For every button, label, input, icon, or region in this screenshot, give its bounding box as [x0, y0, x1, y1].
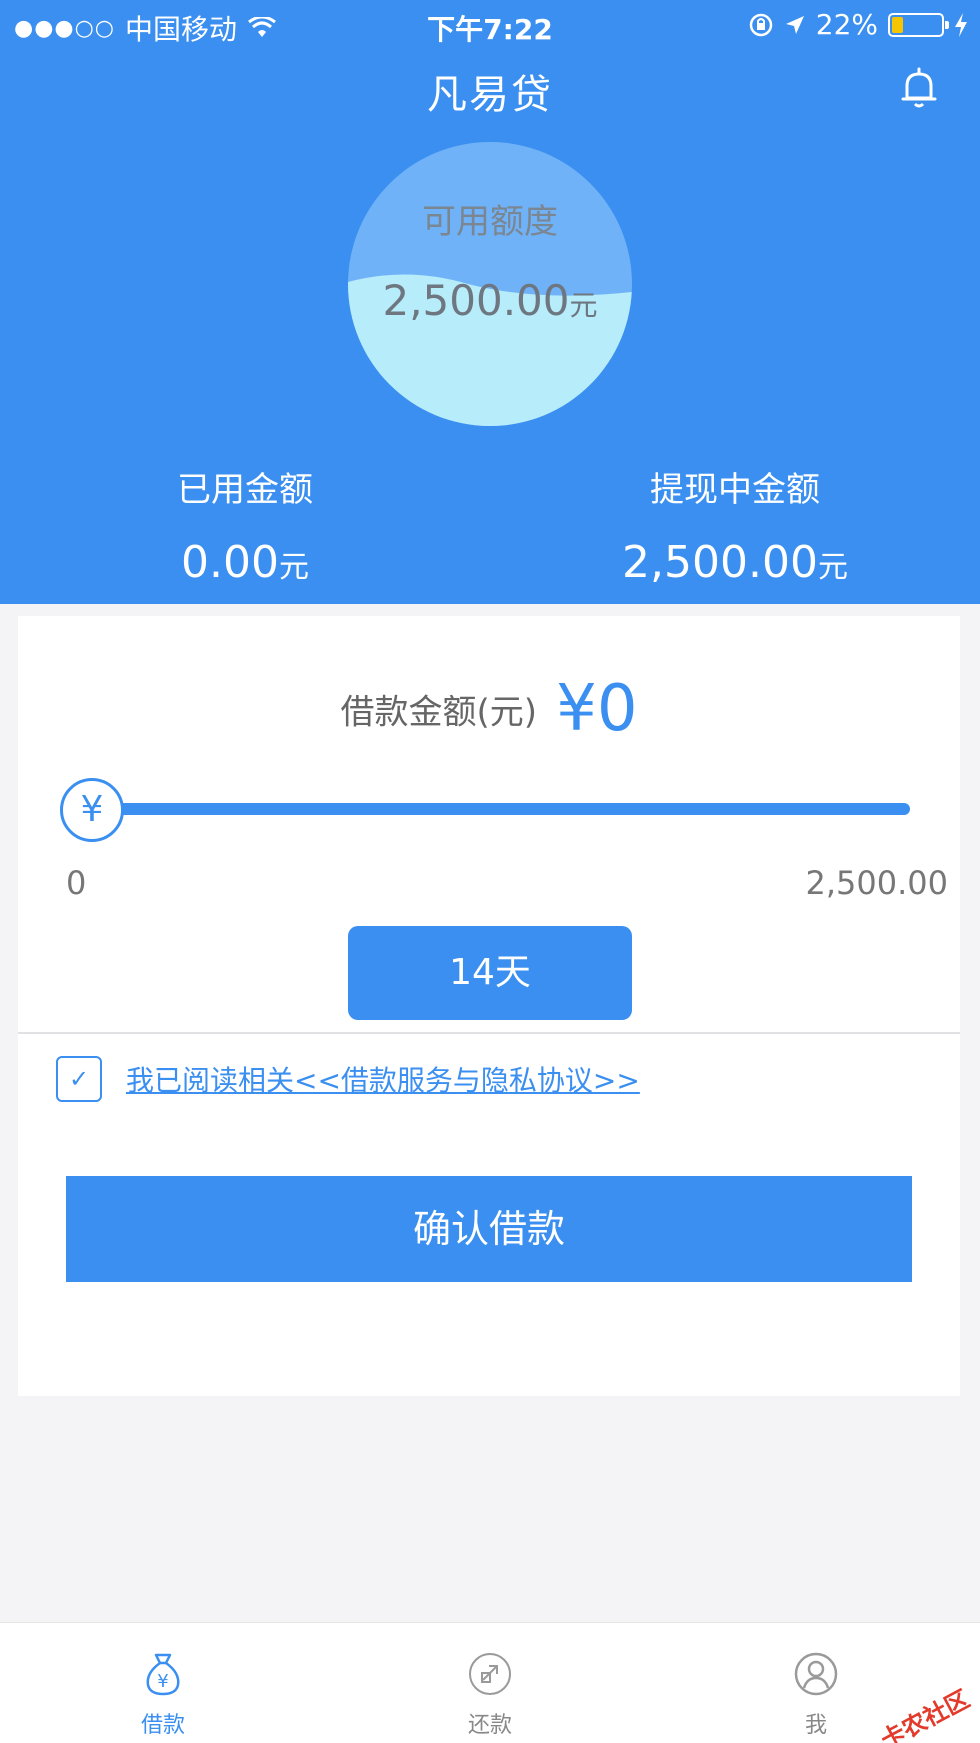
loan-amount-value: ¥0	[556, 672, 638, 746]
money-bag-icon: ¥	[146, 1653, 180, 1696]
gauge-value: 2,500.00	[382, 276, 570, 325]
page: ●●●○○ 中国移动 下午7:22 22% 凡易贷 可用额度 2,500.00元…	[0, 0, 980, 1743]
loan-amount-slider-track[interactable]	[78, 803, 910, 815]
location-icon	[785, 15, 804, 34]
agreement-row: ✓ 我已阅读相关<<借款服务与隐私协议>>	[56, 1056, 640, 1102]
svg-text:¥: ¥	[157, 1671, 168, 1692]
used-amount-value: 0.00	[181, 537, 279, 588]
gauge-unit: 元	[569, 289, 598, 322]
gauge-label: 可用额度	[422, 202, 558, 242]
confirm-loan-button[interactable]: 确认借款	[66, 1176, 912, 1282]
app-title: 凡易贷	[427, 72, 553, 118]
tab-bar: ¥ 借款 还款 我	[0, 1622, 980, 1743]
loan-card: 借款金额(元) ¥0 ¥ 0 2,500.00 14天 ✓ 我已阅读相关<<借款…	[18, 616, 960, 1396]
rotation-lock-icon	[749, 13, 773, 36]
withdrawing-amount-label: 提现中金额	[650, 470, 820, 510]
used-amount: 已用金额 0.00元	[0, 462, 490, 588]
agreement-link[interactable]: 我已阅读相关<<借款服务与隐私协议>>	[126, 1059, 640, 1099]
used-amount-label: 已用金额	[177, 470, 313, 510]
bell-icon[interactable]	[898, 66, 940, 110]
agreement-checkbox[interactable]: ✓	[56, 1056, 102, 1102]
loan-term-button[interactable]: 14天	[348, 926, 632, 1020]
loan-amount-row: 借款金额(元) ¥0	[18, 672, 960, 746]
withdrawing-amount-unit: 元	[817, 550, 848, 585]
tab-loan[interactable]: ¥ 借款	[93, 1651, 233, 1739]
loan-amount-label: 借款金额(元)	[340, 692, 537, 733]
battery-icon	[888, 12, 949, 37]
tab-me-label: 我	[804, 1713, 827, 1738]
slider-max-label: 2,500.00	[805, 864, 949, 902]
status-bar: ●●●○○ 中国移动 下午7:22 22%	[0, 0, 980, 50]
available-credit-gauge: 可用额度 2,500.00元	[348, 142, 632, 426]
slider-min-label: 0	[66, 864, 87, 902]
tab-repay[interactable]: 还款	[420, 1651, 560, 1739]
repay-icon	[469, 1653, 511, 1695]
tab-me[interactable]: 我	[746, 1651, 886, 1739]
tab-loan-label: 借款	[140, 1713, 185, 1738]
battery-percent: 22%	[815, 8, 878, 41]
charging-icon	[955, 12, 967, 37]
loan-amount-slider-thumb[interactable]: ¥	[60, 778, 124, 842]
divider	[18, 1032, 960, 1034]
header-panel: ●●●○○ 中国移动 下午7:22 22% 凡易贷 可用额度 2,500.00元…	[0, 0, 980, 604]
tab-repay-label: 还款	[467, 1713, 512, 1738]
withdrawing-amount: 提现中金额 2,500.00元	[490, 462, 980, 588]
user-icon	[794, 1652, 838, 1696]
used-amount-unit: 元	[278, 550, 309, 585]
withdrawing-amount-value: 2,500.00	[622, 537, 818, 588]
